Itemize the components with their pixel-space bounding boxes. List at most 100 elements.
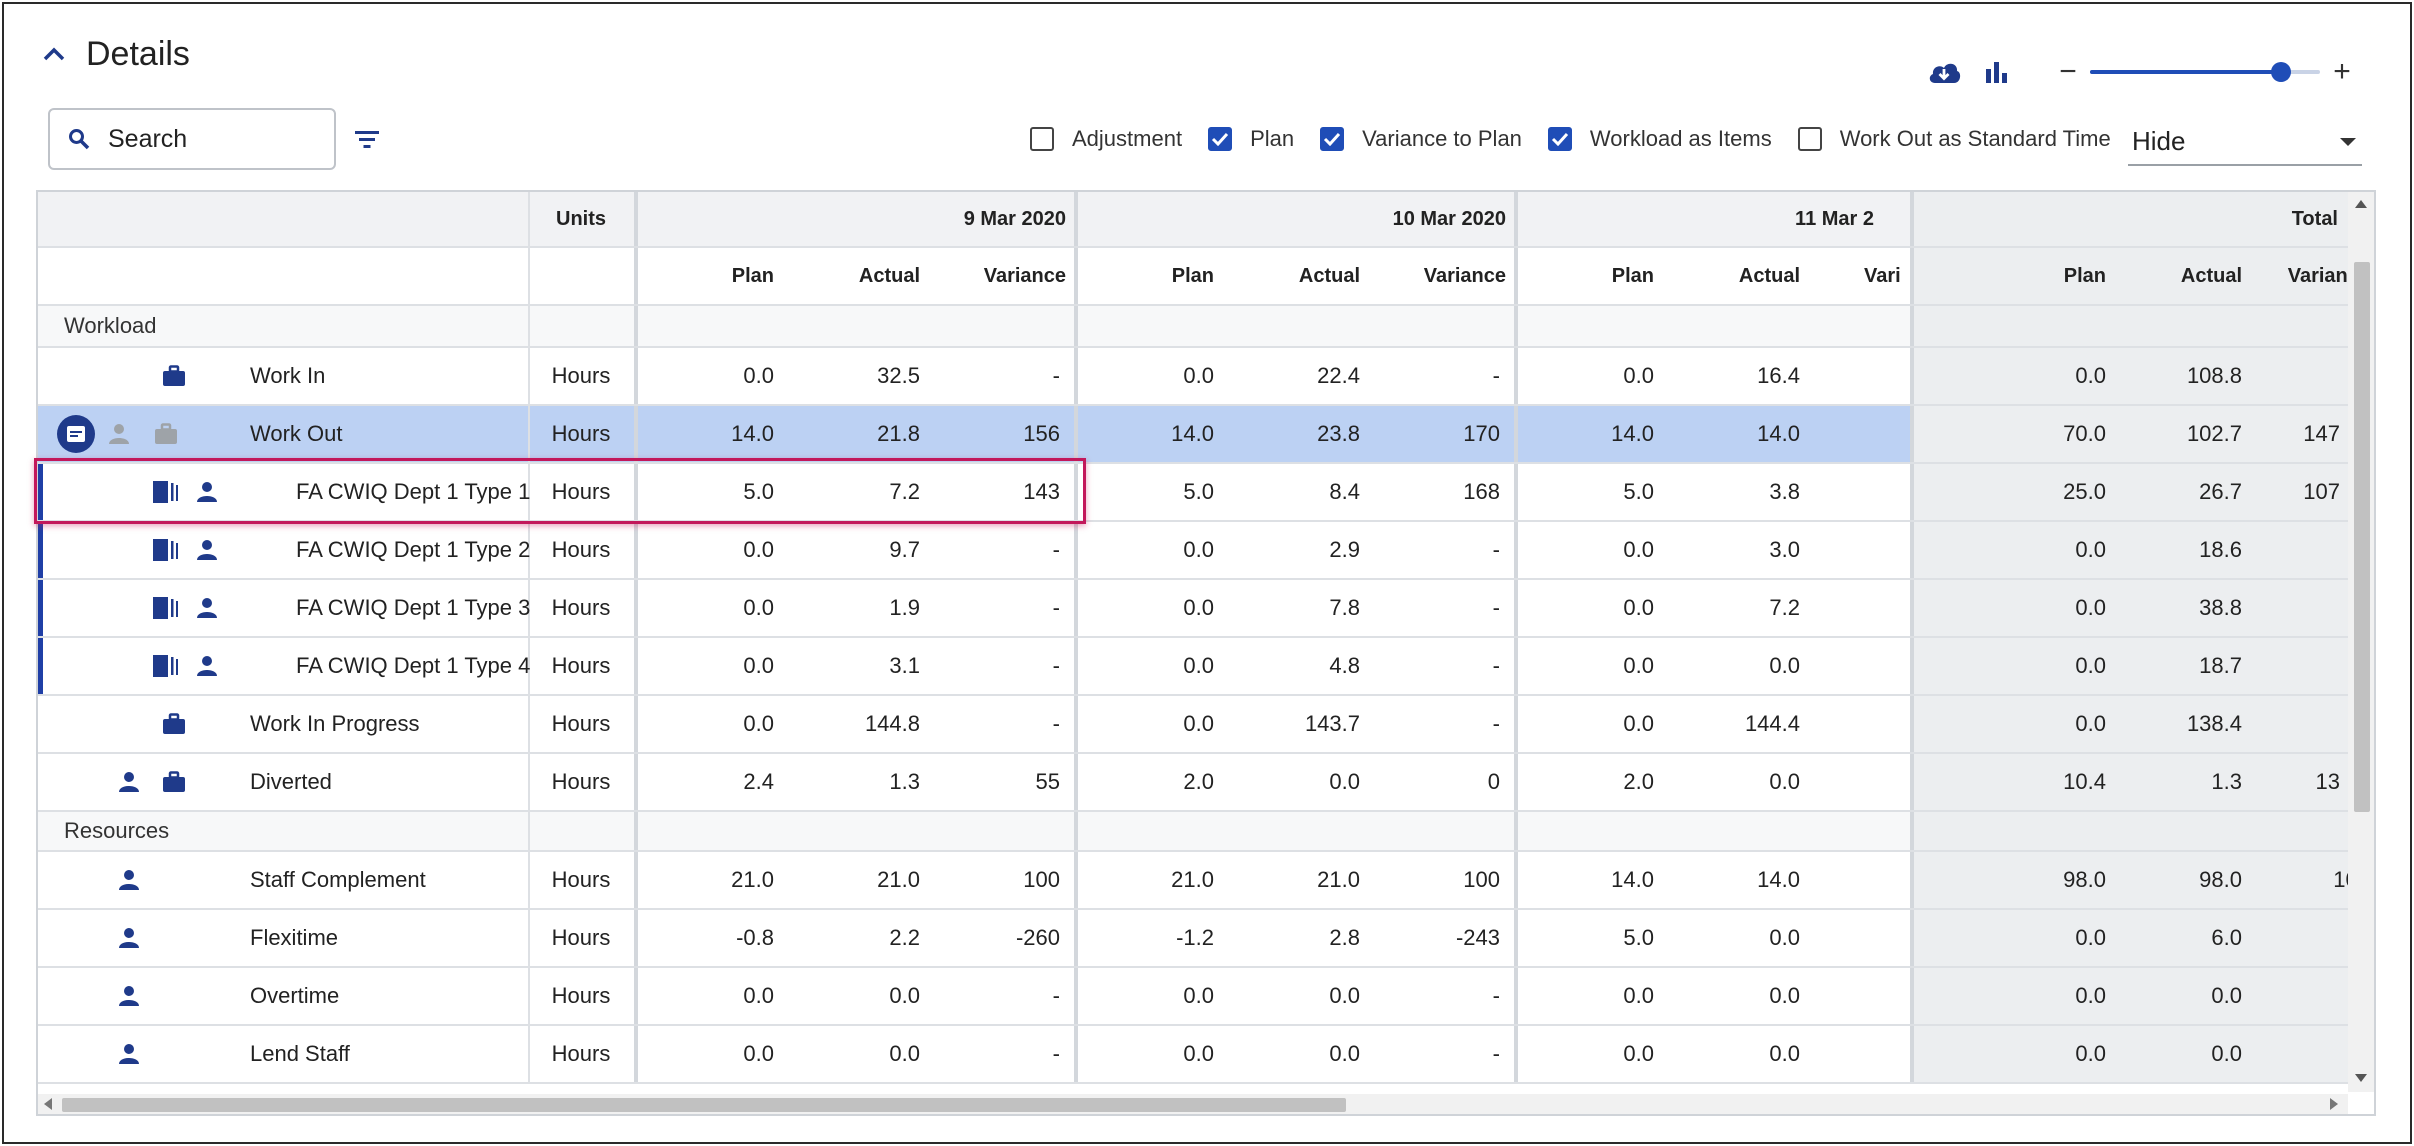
- column-divider: [528, 812, 530, 850]
- horizontal-scroll-thumb[interactable]: [62, 1098, 1346, 1112]
- checkbox-checked-icon[interactable]: [1320, 127, 1345, 151]
- column-divider: [1514, 580, 1518, 636]
- option-workload-as-items[interactable]: Workload as Items: [1547, 126, 1772, 152]
- option-adjustment[interactable]: Adjustment: [1030, 126, 1182, 152]
- value-cell: 14.0: [1611, 867, 1654, 892]
- value-cell: 14.0: [1757, 867, 1800, 892]
- value-cell: -: [1052, 537, 1060, 562]
- note-icon[interactable]: [56, 414, 96, 454]
- value-cell: 143.7: [1304, 711, 1360, 736]
- table-row[interactable]: FA CWIQ Dept 1 Type 4 Hours 0.0 3.1 - 0.0 4.8 -…: [38, 638, 2370, 696]
- cloud-download-icon[interactable]: [1924, 52, 1964, 92]
- briefcase-icon: [154, 423, 178, 445]
- row-units: Hours: [551, 983, 611, 1008]
- table-row[interactable]: Diverted Hours 2.4 1.3 55 2.0 0.0 0 2.0 0.0 10.4 1.…: [38, 754, 2363, 812]
- value-cell: 0.0: [743, 983, 774, 1008]
- value-cell: 14.0: [1171, 421, 1214, 446]
- row-accent-bar: [38, 580, 43, 636]
- value-cell: 22.4: [1317, 363, 1360, 388]
- column-divider: [1074, 1026, 1078, 1082]
- total-value-cell: 108.8: [2186, 363, 2242, 388]
- total-value-cell: 13: [2315, 769, 2340, 794]
- value-cell: -: [1492, 1041, 1500, 1066]
- row-name: Lend Staff: [250, 1041, 350, 1066]
- table-row[interactable]: Flexitime Hours -0.8 2.2 -260 -1.2 2.8 -243 5.0 0…: [38, 910, 2370, 968]
- table-row[interactable]: Work Out Hours 14.0 21.8 156 14.0 23.8 170 14.0 1…: [38, 406, 2363, 464]
- value-cell: -1.2: [1176, 925, 1214, 950]
- scroll-up-icon[interactable]: [2355, 200, 2367, 208]
- option-work-out-as-standard-time[interactable]: Work Out as Standard Time: [1797, 126, 2111, 152]
- value-cell: 0.0: [1623, 983, 1654, 1008]
- column-divider: [1910, 248, 1914, 304]
- option-variance-to-plan[interactable]: Variance to Plan: [1320, 126, 1522, 152]
- total-value-cell: 18.6: [2199, 537, 2242, 562]
- column-divider: [1910, 852, 1914, 908]
- vertical-scroll-thumb[interactable]: [2354, 262, 2370, 812]
- details-header: Details: [40, 30, 190, 78]
- horizontal-scrollbar[interactable]: [38, 1094, 2348, 1114]
- value-cell: -243: [1455, 925, 1500, 950]
- scroll-left-icon[interactable]: [44, 1098, 52, 1110]
- option-plan[interactable]: Plan: [1208, 126, 1294, 152]
- checkbox-unchecked-icon[interactable]: [1030, 127, 1054, 151]
- value-cell: 3.8: [1769, 479, 1800, 504]
- zoom-slider-thumb[interactable]: [2270, 62, 2291, 82]
- value-cell: 7.8: [1329, 595, 1360, 620]
- zoom-out-button[interactable]: −: [2056, 57, 2080, 87]
- column-divider: [1910, 406, 1914, 462]
- value-cell: 0.0: [889, 983, 920, 1008]
- column-divider: [634, 852, 638, 908]
- hide-select[interactable]: Hide: [2128, 118, 2362, 166]
- search-input[interactable]: Search: [48, 108, 336, 170]
- row-name: Overtime: [250, 983, 340, 1008]
- checkbox-unchecked-icon[interactable]: [1797, 127, 1822, 151]
- zoom-slider[interactable]: [2090, 62, 2320, 82]
- zoom-in-button[interactable]: +: [2330, 57, 2354, 87]
- value-cell: 156: [1023, 421, 1060, 446]
- value-cell: 0.0: [743, 1041, 774, 1066]
- filter-icon[interactable]: [350, 122, 384, 156]
- person-icon: [118, 927, 140, 949]
- metric-header: Variance: [983, 264, 1066, 287]
- table-row[interactable]: FA CWIQ Dept 1 Type 3 Hours 0.0 1.9 - 0.0 7.8 -…: [38, 580, 2370, 638]
- metric-header: Actual: [1298, 264, 1360, 287]
- table-row[interactable]: FA CWIQ Dept 1 Type 1 Hours 5.0 7.2 143 5.0 8.…: [38, 464, 2363, 522]
- scroll-right-icon[interactable]: [2330, 1098, 2338, 1110]
- table-row[interactable]: FA CWIQ Dept 1 Type 2 Hours 0.0 9.7 - 0.0 2.9 -…: [38, 522, 2370, 580]
- value-cell: -: [1052, 1041, 1060, 1066]
- chevron-up-icon[interactable]: [40, 40, 68, 68]
- value-cell: 5.0: [1623, 925, 1654, 950]
- checkbox-checked-icon[interactable]: [1208, 127, 1233, 151]
- value-cell: 21.0: [731, 867, 774, 892]
- value-cell: 144.4: [1744, 711, 1800, 736]
- column-divider: [1514, 812, 1518, 850]
- column-divider: [634, 406, 638, 462]
- metric-header: Variance: [1423, 264, 1506, 287]
- book-icon: [152, 654, 182, 678]
- value-cell: 2.4: [743, 769, 774, 794]
- table-row[interactable]: OvertimeHours0.00.0-0.00.0-0.00.00.00.0-: [38, 968, 2370, 1026]
- vertical-scrollbar[interactable]: [2348, 192, 2374, 1092]
- value-cell: 0.0: [1623, 363, 1654, 388]
- table-row[interactable]: Work In Hours 0.0 32.5 - 0.0 22.4 - 0.0 16.4 0.0 10…: [38, 348, 2370, 406]
- value-cell: 21.0: [1317, 867, 1360, 892]
- bar-chart-icon[interactable]: [1976, 52, 2016, 92]
- header-row-metrics: Plan Actual Variance Plan Actual Variance Plan…: [38, 248, 2370, 306]
- row-units: Hours: [551, 867, 611, 892]
- checkbox-checked-icon[interactable]: [1547, 127, 1572, 151]
- column-divider: [1514, 696, 1518, 752]
- column-divider: [1514, 968, 1518, 1024]
- table-row[interactable]: Staff Complement Hours 21.0 21.0 100 21.0 21.0…: [38, 852, 2370, 910]
- column-divider: [634, 580, 638, 636]
- column-divider: [1910, 348, 1914, 404]
- person-icon: [118, 1043, 140, 1065]
- value-cell: -: [1052, 653, 1060, 678]
- scroll-down-icon[interactable]: [2355, 1074, 2367, 1082]
- table-row[interactable]: Lend Staff Hours 0.0 0.0 - 0.0 0.0 - 0.0 0.0 0.0 0.…: [38, 1026, 2370, 1084]
- briefcase-icon: [162, 365, 186, 387]
- row-name: Work Out: [250, 421, 343, 446]
- column-divider: [1074, 852, 1078, 908]
- row-units: Hours: [551, 711, 611, 736]
- total-value-cell: 10.4: [2063, 769, 2106, 794]
- table-row[interactable]: Work In Progress Hours 0.0 144.8 - 0.0 143.7 - 0…: [38, 696, 2370, 754]
